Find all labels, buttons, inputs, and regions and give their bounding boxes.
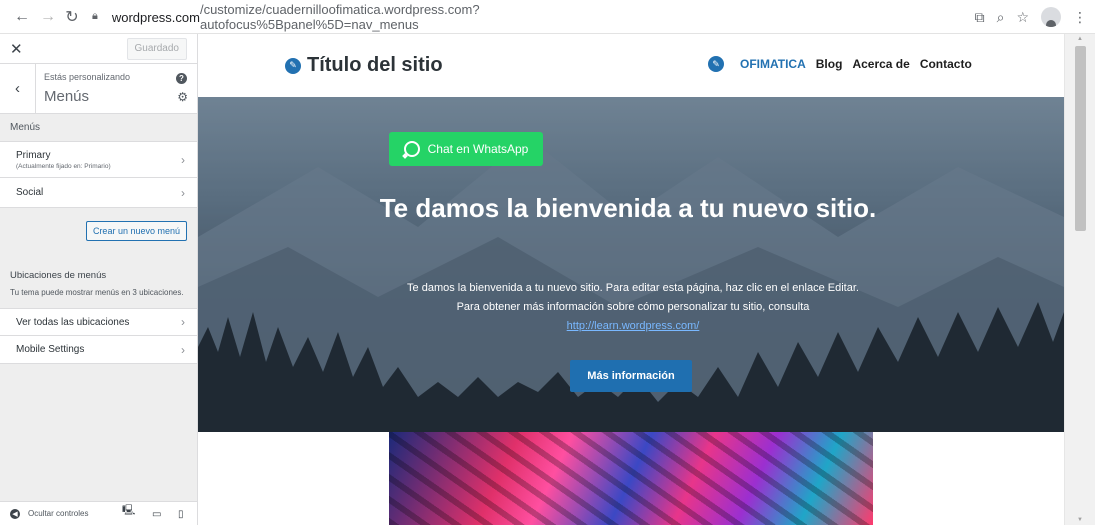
- learn-link[interactable]: http://learn.wordpress.com/: [373, 317, 893, 336]
- site-navigation: ✎ OFIMATICA Blog Acerca de Contacto: [708, 56, 972, 72]
- scroll-down-icon[interactable]: ▼: [1077, 517, 1083, 523]
- browser-toolbar: ← → ↻ 🔒︎ wordpress.com /customize/cuader…: [0, 0, 1095, 34]
- address-bar[interactable]: 🔒︎ wordpress.com /customize/cuadernilloo…: [92, 2, 692, 32]
- chevron-right-icon: ›: [181, 152, 185, 167]
- url-host: wordpress.com: [111, 9, 200, 25]
- mobile-preview-icon[interactable]: ▯: [178, 509, 184, 520]
- nav-item-contacto[interactable]: Contacto: [920, 57, 972, 71]
- gear-icon[interactable]: ⚙: [177, 90, 188, 104]
- menu-item-social[interactable]: Social ›: [0, 178, 197, 208]
- abstract-art-image: [389, 432, 873, 525]
- locations-description: Tu tema puede mostrar menús en 3 ubicaci…: [10, 288, 184, 297]
- hero-section: Te damos la bienvenida a tu nuevo sitio.…: [198, 97, 1064, 432]
- install-app-icon[interactable]: ⧉: [975, 9, 985, 26]
- customizing-label: Estás personalizando: [44, 72, 131, 82]
- menu-item-label: Primary: [16, 149, 51, 161]
- nav-item-blog[interactable]: Blog: [816, 57, 843, 71]
- whatsapp-label: Chat en WhatsApp: [427, 142, 529, 156]
- scroll-up-icon[interactable]: ▲: [1077, 36, 1083, 42]
- view-all-locations-label: Ver todas las ubicaciones: [16, 316, 130, 328]
- close-icon[interactable]: ✕: [10, 40, 23, 58]
- scroll-thumb[interactable]: [1075, 46, 1086, 231]
- whatsapp-chat-button[interactable]: Chat en WhatsApp: [389, 132, 543, 166]
- locations-title: Ubicaciones de menús: [10, 270, 107, 281]
- zoom-icon[interactable]: ⌕: [997, 9, 1005, 26]
- hero-text: Te damos la bienvenida a tu nuevo sitio.…: [373, 279, 893, 336]
- view-all-locations[interactable]: Ver todas las ubicaciones ›: [0, 308, 197, 336]
- more-info-button[interactable]: Más información: [570, 360, 692, 392]
- panel-header: ‹ Estás personalizando Menús ? ⚙: [0, 64, 197, 114]
- back-arrow-icon[interactable]: ←: [12, 7, 32, 27]
- whatsapp-icon: [403, 141, 420, 157]
- site-title-text: Título del sitio: [307, 54, 443, 76]
- section-title: Menús: [0, 114, 197, 142]
- hero-text-line-2: Para obtener más información sobre cómo …: [456, 301, 810, 313]
- chevron-right-icon: ›: [181, 185, 185, 200]
- help-icon[interactable]: ?: [176, 73, 187, 84]
- edit-pencil-icon[interactable]: ✎: [285, 57, 301, 74]
- bookmark-star-icon[interactable]: ☆: [1016, 9, 1029, 26]
- hero-text-line-1: Te damos la bienvenida a tu nuevo sitio.…: [407, 282, 859, 294]
- back-chevron-icon[interactable]: ‹: [0, 64, 36, 113]
- menu-locations: Ubicaciones de menús Tu tema puede mostr…: [0, 254, 197, 308]
- menu-item-label: Social: [16, 187, 44, 198]
- site-header: ✎ Título del sitio ✎ OFIMATICA Blog Acer…: [198, 34, 1064, 97]
- profile-avatar-icon[interactable]: [1041, 7, 1061, 27]
- create-menu-button[interactable]: Crear un nuevo menú: [85, 221, 187, 241]
- customizer-sidebar: ✕ Guardado ‹ Estás personalizando Menús …: [0, 34, 198, 525]
- hide-controls-icon[interactable]: ◀: [10, 508, 20, 519]
- site-preview: ✎ Título del sitio ✎ OFIMATICA Blog Acer…: [198, 34, 1064, 525]
- reload-icon[interactable]: ↻: [62, 7, 82, 27]
- hero-title: Te damos la bienvenida a tu nuevo sitio.: [379, 193, 877, 223]
- saved-button[interactable]: Guardado: [126, 37, 187, 60]
- sidebar-footer: ◀ Ocultar controles 🖳 ▭ ▯: [0, 501, 197, 525]
- preview-scrollbar[interactable]: ▲ ▼: [1064, 34, 1095, 525]
- hide-controls-label[interactable]: Ocultar controles: [28, 509, 88, 518]
- url-path: /customize/cuadernilloofimatica.wordpres…: [199, 2, 480, 32]
- chevron-right-icon: ›: [181, 315, 185, 329]
- edit-pencil-icon[interactable]: ✎: [708, 56, 724, 72]
- lock-icon: 🔒︎: [92, 10, 98, 22]
- nav-item-acerca[interactable]: Acerca de: [852, 57, 909, 71]
- menu-item-sub: (Actualmente fijado en: Primario): [16, 162, 111, 170]
- panel-title: Menús: [44, 88, 90, 105]
- mobile-settings[interactable]: Mobile Settings ›: [0, 336, 197, 364]
- mobile-settings-label: Mobile Settings: [16, 344, 85, 355]
- menu-item-primary[interactable]: Primary (Actualmente fijado en: Primario…: [0, 142, 197, 178]
- forward-arrow-icon[interactable]: →: [38, 7, 58, 27]
- site-title[interactable]: ✎ Título del sitio: [285, 54, 443, 77]
- desktop-preview-icon[interactable]: 🖳: [122, 503, 135, 520]
- more-menu-icon[interactable]: ⋮: [1073, 9, 1087, 26]
- nav-item-ofimatica[interactable]: OFIMATICA: [740, 57, 806, 71]
- chevron-right-icon: ›: [181, 342, 185, 357]
- tablet-preview-icon[interactable]: ▭: [152, 509, 161, 520]
